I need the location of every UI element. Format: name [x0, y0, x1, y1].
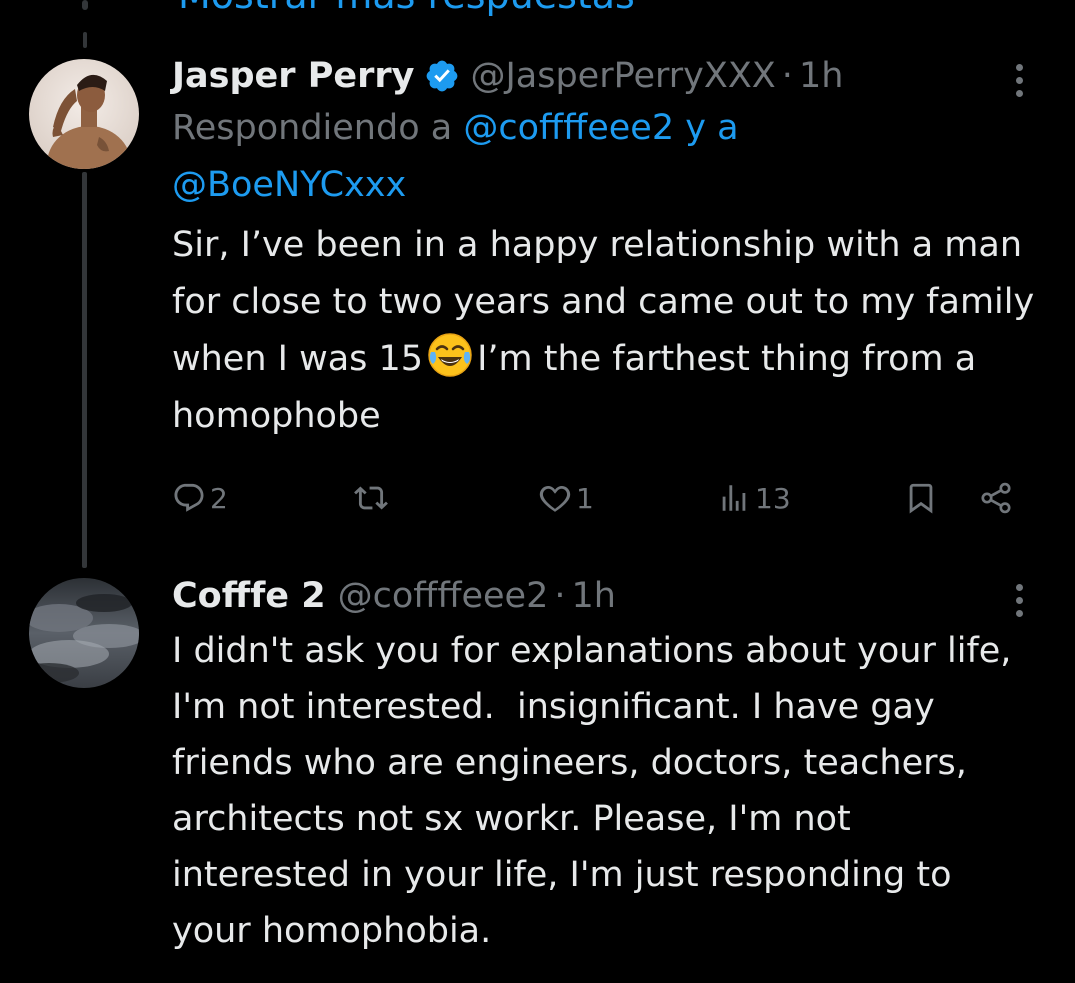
tweet-action-bar: 2 1 13 — [172, 474, 1032, 522]
retweet-button[interactable] — [354, 474, 392, 522]
tweet-header: Jasper Perry @JasperPerryXXX · 1h — [172, 52, 1035, 100]
mention-link[interactable]: @BoeNYCxxx — [172, 165, 406, 205]
like-button[interactable]: 1 — [538, 474, 594, 522]
reply-button[interactable]: 2 — [172, 474, 228, 522]
thread-connector-line — [82, 172, 87, 568]
author-handle[interactable]: @JasperPerryXXX — [470, 56, 775, 96]
author-display-name[interactable]: Jasper Perry — [172, 56, 414, 96]
face-with-tears-of-joy-icon — [427, 332, 473, 378]
reply-count: 2 — [210, 481, 228, 515]
analytics-icon — [717, 481, 751, 515]
show-more-replies-link[interactable]: Mostrar más respuestas — [178, 0, 635, 17]
more-options-icon[interactable] — [1011, 576, 1027, 624]
view-count: 13 — [755, 481, 791, 515]
replying-to-line: Respondiendo a @coffffeee2 y a @BoeNYCxxx — [172, 100, 1035, 214]
tweet-timestamp[interactable]: 1h — [799, 56, 843, 96]
tweet-text: I didn't ask you for explanations about … — [172, 631, 1023, 951]
retweet-icon — [354, 481, 388, 515]
avatar-jasper-perry[interactable] — [29, 59, 139, 169]
author-display-name[interactable]: Cofffe 2 — [172, 576, 326, 616]
bookmark-icon — [904, 481, 938, 515]
thread-connector-segment — [83, 32, 87, 48]
share-button[interactable] — [978, 474, 1014, 522]
like-count: 1 — [576, 481, 594, 515]
tweet-text: Sir, I’ve been in a happy relationship w… — [172, 217, 1035, 445]
heart-icon — [538, 481, 572, 515]
header-separator: · — [554, 576, 566, 616]
author-handle[interactable]: @coffffeee2 — [338, 576, 549, 616]
share-icon — [978, 480, 1014, 516]
tweet-timestamp[interactable]: 1h — [572, 576, 616, 616]
verified-badge-icon — [424, 58, 460, 94]
tweet-jasper-perry[interactable]: Jasper Perry @JasperPerryXXX · 1h Respon… — [172, 52, 1035, 445]
tweet-cofffe-2[interactable]: Cofffe 2 @coffffeee2 · 1h I didn't ask y… — [172, 572, 1035, 959]
replying-joiner: y a — [685, 108, 739, 148]
more-options-icon[interactable] — [1011, 56, 1027, 104]
views-button[interactable]: 13 — [717, 474, 791, 522]
avatar-cofffe-2[interactable] — [29, 578, 139, 688]
replying-prefix: Respondiendo a — [172, 108, 453, 148]
tweet-header: Cofffe 2 @coffffeee2 · 1h — [172, 572, 1035, 620]
bookmark-button[interactable] — [904, 474, 938, 522]
header-separator: · — [781, 56, 793, 96]
mention-link[interactable]: @coffffeee2 — [463, 108, 674, 148]
reply-icon — [172, 481, 206, 515]
thread-connector-top — [82, 0, 88, 10]
